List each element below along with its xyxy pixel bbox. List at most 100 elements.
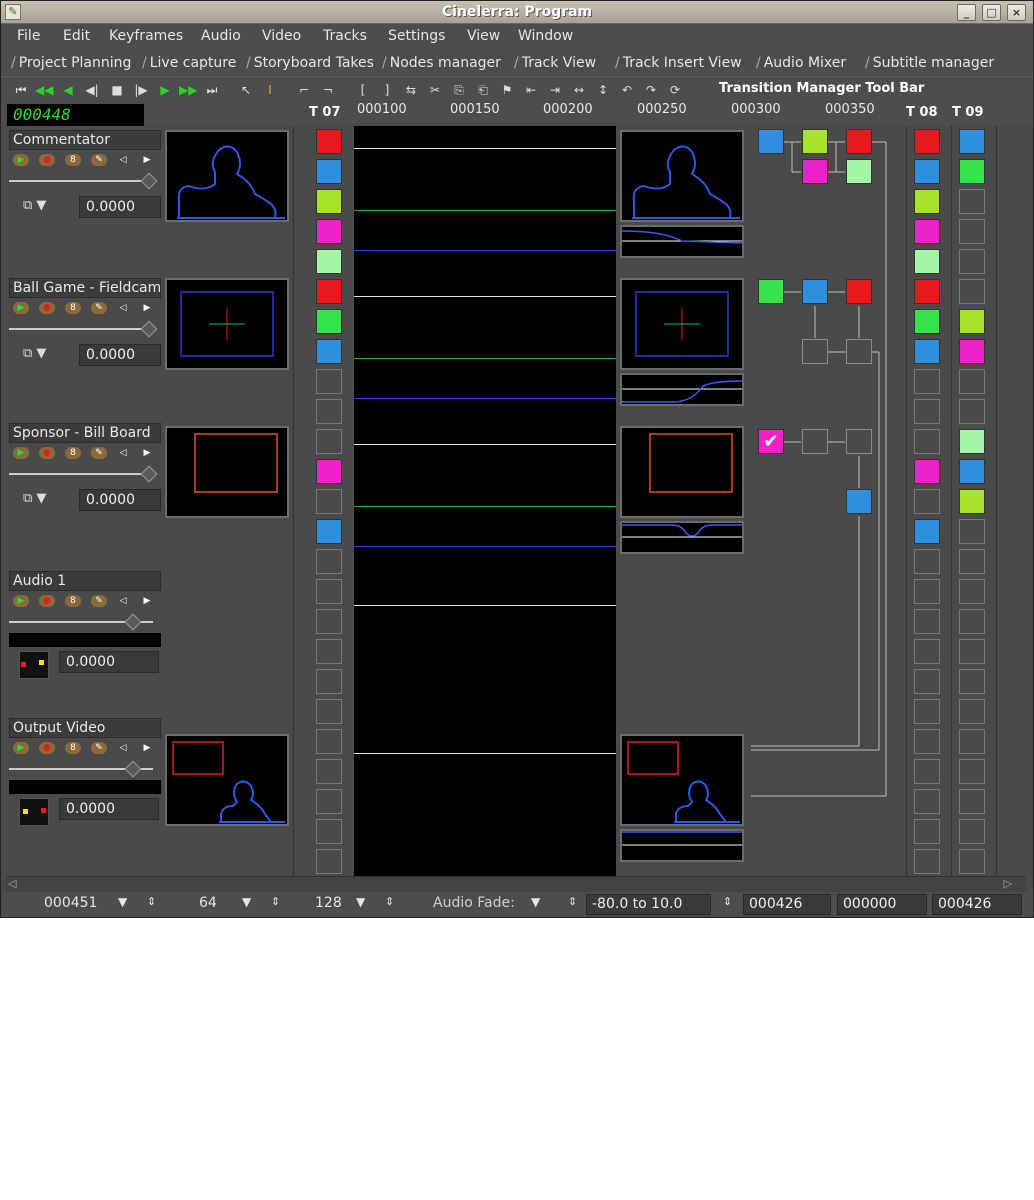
swatch-magenta[interactable] xyxy=(316,459,342,484)
swatch-lime[interactable] xyxy=(914,189,940,214)
dropdown-arrow-icon[interactable]: ▼ xyxy=(356,895,365,909)
swatch-empty[interactable] xyxy=(914,369,940,394)
play-track-icon[interactable]: ▶ xyxy=(13,742,29,754)
expand-track-icon[interactable]: ▶ xyxy=(139,447,155,459)
swatch-empty[interactable] xyxy=(316,489,342,514)
swatch-mint[interactable] xyxy=(914,249,940,274)
mute-icon[interactable]: ◁ xyxy=(115,154,131,166)
node-magenta[interactable] xyxy=(802,159,828,184)
tab-audio-mixer[interactable]: / Audio Mixer xyxy=(756,52,846,74)
swatch-empty[interactable] xyxy=(959,189,985,214)
gang-icon[interactable]: 8 xyxy=(65,742,81,754)
draw-icon[interactable]: ✎ xyxy=(91,302,107,314)
swatch-mint[interactable] xyxy=(959,429,985,454)
menu-tracks[interactable]: Tracks xyxy=(323,28,367,44)
node-blue[interactable] xyxy=(758,129,784,154)
swatch-empty[interactable] xyxy=(316,579,342,604)
copy-icon[interactable]: ⎘ xyxy=(450,81,468,99)
frame-back-icon[interactable]: ◀| xyxy=(83,81,101,99)
swatch-red[interactable] xyxy=(914,279,940,304)
node-empty[interactable] xyxy=(802,429,828,454)
stop-icon[interactable]: ■ xyxy=(108,81,126,99)
fit-icon[interactable]: ↔ xyxy=(570,81,588,99)
track-value[interactable]: 0.0000 xyxy=(59,798,159,820)
curve-graph[interactable] xyxy=(620,373,744,406)
swatch-empty[interactable] xyxy=(316,849,342,874)
minimize-button[interactable]: _ xyxy=(957,4,976,21)
swatch-blue[interactable] xyxy=(914,519,940,544)
rewind-icon[interactable]: ◀ xyxy=(59,81,77,99)
track-name[interactable]: Sponsor - Bill Board xyxy=(9,423,161,443)
node-empty[interactable] xyxy=(846,339,872,364)
node-lime[interactable] xyxy=(802,129,828,154)
node-green[interactable] xyxy=(758,279,784,304)
checkbox-checked-icon[interactable]: ✔ xyxy=(758,429,784,454)
record-icon[interactable]: ● xyxy=(39,742,55,754)
swatch-empty[interactable] xyxy=(914,609,940,634)
swatch-lime[interactable] xyxy=(316,189,342,214)
swatch-empty[interactable] xyxy=(914,429,940,454)
track-value[interactable]: 0.0000 xyxy=(59,651,159,673)
play-track-icon[interactable]: ▶ xyxy=(13,302,29,314)
swatch-empty[interactable] xyxy=(959,579,985,604)
tab-nodes-manager[interactable]: / Nodes manager xyxy=(382,52,501,74)
in-point-icon[interactable]: ⌐ xyxy=(295,81,313,99)
swatch-empty[interactable] xyxy=(959,549,985,574)
node-mint[interactable] xyxy=(846,159,872,184)
swatch-empty[interactable] xyxy=(959,399,985,424)
swatch-empty[interactable] xyxy=(959,519,985,544)
node-blue[interactable] xyxy=(846,489,872,514)
status-zoom[interactable]: 64 xyxy=(199,895,217,911)
paste-icon[interactable]: ⎗ xyxy=(474,81,492,99)
swatch-empty[interactable] xyxy=(959,669,985,694)
swatch-empty[interactable] xyxy=(959,849,985,874)
gang-icon[interactable]: 8 xyxy=(65,154,81,166)
fade-slider[interactable] xyxy=(9,613,161,631)
swatch-empty[interactable] xyxy=(959,639,985,664)
track-name[interactable]: Commentator xyxy=(9,130,161,150)
thumbnail-commentator[interactable] xyxy=(165,130,289,222)
fast-rewind-icon[interactable]: ◀◀ xyxy=(35,81,53,99)
thumbnail-output[interactable] xyxy=(165,734,289,826)
curve-graph[interactable] xyxy=(620,521,744,554)
swatch-magenta[interactable] xyxy=(959,339,985,364)
next-label-icon[interactable]: ⇥ xyxy=(546,81,564,99)
swatch-blue[interactable] xyxy=(316,159,342,184)
track-value[interactable]: 0.0000 xyxy=(79,196,161,218)
swatch-empty[interactable] xyxy=(914,699,940,724)
goto-start-icon[interactable]: ⏮ xyxy=(12,81,30,99)
swatch-empty[interactable] xyxy=(914,669,940,694)
mute-icon[interactable]: ◁ xyxy=(115,302,131,314)
menu-window[interactable]: Window xyxy=(518,28,573,44)
time-ruler[interactable]: 000448 T 07 000100 000150 000200 000250 … xyxy=(1,102,1033,126)
fade-slider[interactable] xyxy=(9,172,161,190)
arrow-tool-icon[interactable]: ↖ xyxy=(237,81,255,99)
swatch-green[interactable] xyxy=(914,309,940,334)
record-icon[interactable]: ● xyxy=(39,595,55,607)
swatch-magenta[interactable] xyxy=(316,219,342,244)
preview-sponsor[interactable] xyxy=(620,426,744,518)
swatch-blue[interactable] xyxy=(316,519,342,544)
swatch-empty[interactable] xyxy=(959,219,985,244)
draw-icon[interactable]: ✎ xyxy=(91,447,107,459)
swatch-red[interactable] xyxy=(914,129,940,154)
swatch-empty[interactable] xyxy=(914,819,940,844)
status-selection-start[interactable]: 000426 xyxy=(743,894,831,915)
swatch-empty[interactable] xyxy=(914,759,940,784)
swatch-empty[interactable] xyxy=(316,429,342,454)
status-position[interactable]: 000451 xyxy=(44,895,97,911)
swatch-empty[interactable] xyxy=(959,819,985,844)
record-icon[interactable]: ● xyxy=(39,302,55,314)
swatch-empty[interactable] xyxy=(316,549,342,574)
pan-icon[interactable] xyxy=(19,798,49,826)
label-icon[interactable]: ⚑ xyxy=(498,81,516,99)
swatch-blue[interactable] xyxy=(914,339,940,364)
mute-icon[interactable]: ◁ xyxy=(115,742,131,754)
track-name[interactable]: Audio 1 xyxy=(9,571,161,591)
swatch-empty[interactable] xyxy=(959,729,985,754)
swatch-empty[interactable] xyxy=(316,399,342,424)
tab-subtitle-manager[interactable]: / Subtitle manager xyxy=(865,52,994,74)
curve-graph[interactable] xyxy=(620,829,744,862)
swatch-empty[interactable] xyxy=(914,789,940,814)
curve-graph[interactable] xyxy=(620,225,744,258)
